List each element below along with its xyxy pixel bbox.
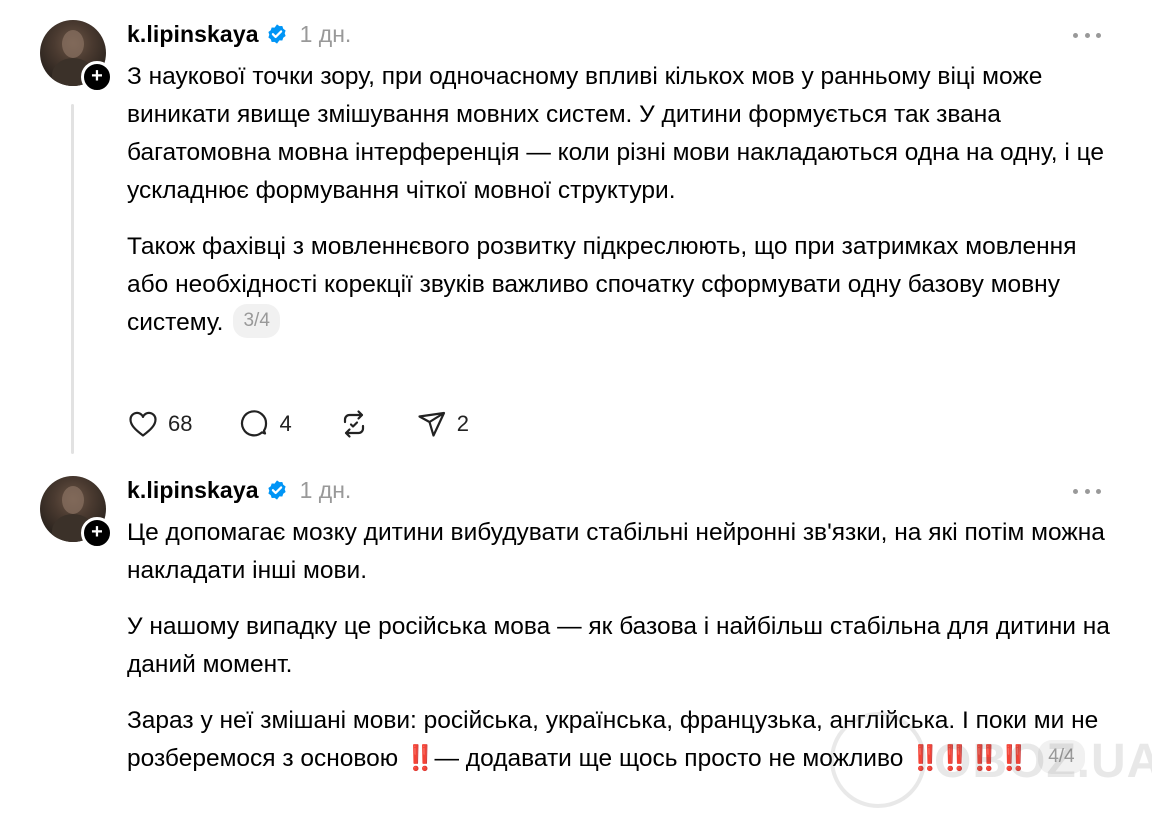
post-paragraph-last: Зараз у неї змішані мови: російська, укр… [127, 702, 1117, 778]
comment-icon [241, 410, 268, 437]
verified-badge-icon [267, 480, 286, 500]
post-header: k.lipinskaya 1 дн. [127, 18, 351, 50]
username[interactable]: k.lipinskaya [127, 21, 259, 48]
heart-icon [129, 411, 157, 437]
plus-icon[interactable]: + [81, 61, 113, 93]
double-exclamation-emoji-group: ‼️‼️‼️‼️ [910, 745, 1029, 772]
avatar[interactable]: + [40, 20, 113, 93]
more-options-icon[interactable] [1073, 29, 1101, 41]
thread-pager[interactable]: 4/4 [1038, 739, 1085, 774]
post-paragraph: З наукової точки зору, при одночасному в… [127, 63, 1104, 204]
post-text: З наукової точки зору, при одночасному в… [127, 58, 1117, 342]
thread-pager[interactable]: 3/4 [233, 303, 280, 338]
like-button[interactable]: 68 [127, 408, 192, 440]
double-exclamation-emoji: ‼️ [404, 745, 435, 772]
comment-count: 4 [279, 411, 292, 436]
post-paragraph: Це допомагає мозку дитини вибудувати ста… [127, 519, 1105, 584]
plus-icon[interactable]: + [81, 517, 113, 549]
repost-icon [343, 410, 364, 438]
repost-button[interactable] [338, 408, 370, 440]
post-time: 1 дн. [299, 476, 352, 503]
more-options-icon[interactable] [1073, 485, 1101, 497]
avatar[interactable]: + [40, 476, 113, 549]
verified-badge-icon [267, 24, 286, 44]
text-segment: — додавати ще щось просто не можливо [434, 745, 911, 772]
like-count: 68 [168, 411, 193, 436]
post-header: k.lipinskaya 1 дн. [127, 474, 351, 506]
thread-line [71, 104, 74, 454]
comment-button[interactable]: 4 [238, 408, 292, 440]
post-text: Це допомагає мозку дитини вибудувати ста… [127, 514, 1117, 778]
share-count: 2 [456, 411, 469, 436]
username[interactable]: k.lipinskaya [127, 477, 259, 504]
post-paragraph: У нашому випадку це російська мова — як … [127, 613, 1110, 678]
share-button[interactable]: 2 [416, 408, 469, 440]
post-actions: 68 4 2 [127, 406, 515, 442]
post-time: 1 дн. [299, 20, 352, 47]
post-paragraph-with-pager: Також фахівці з мовленнєвого розвитку пі… [127, 228, 1117, 342]
share-icon [418, 411, 445, 437]
